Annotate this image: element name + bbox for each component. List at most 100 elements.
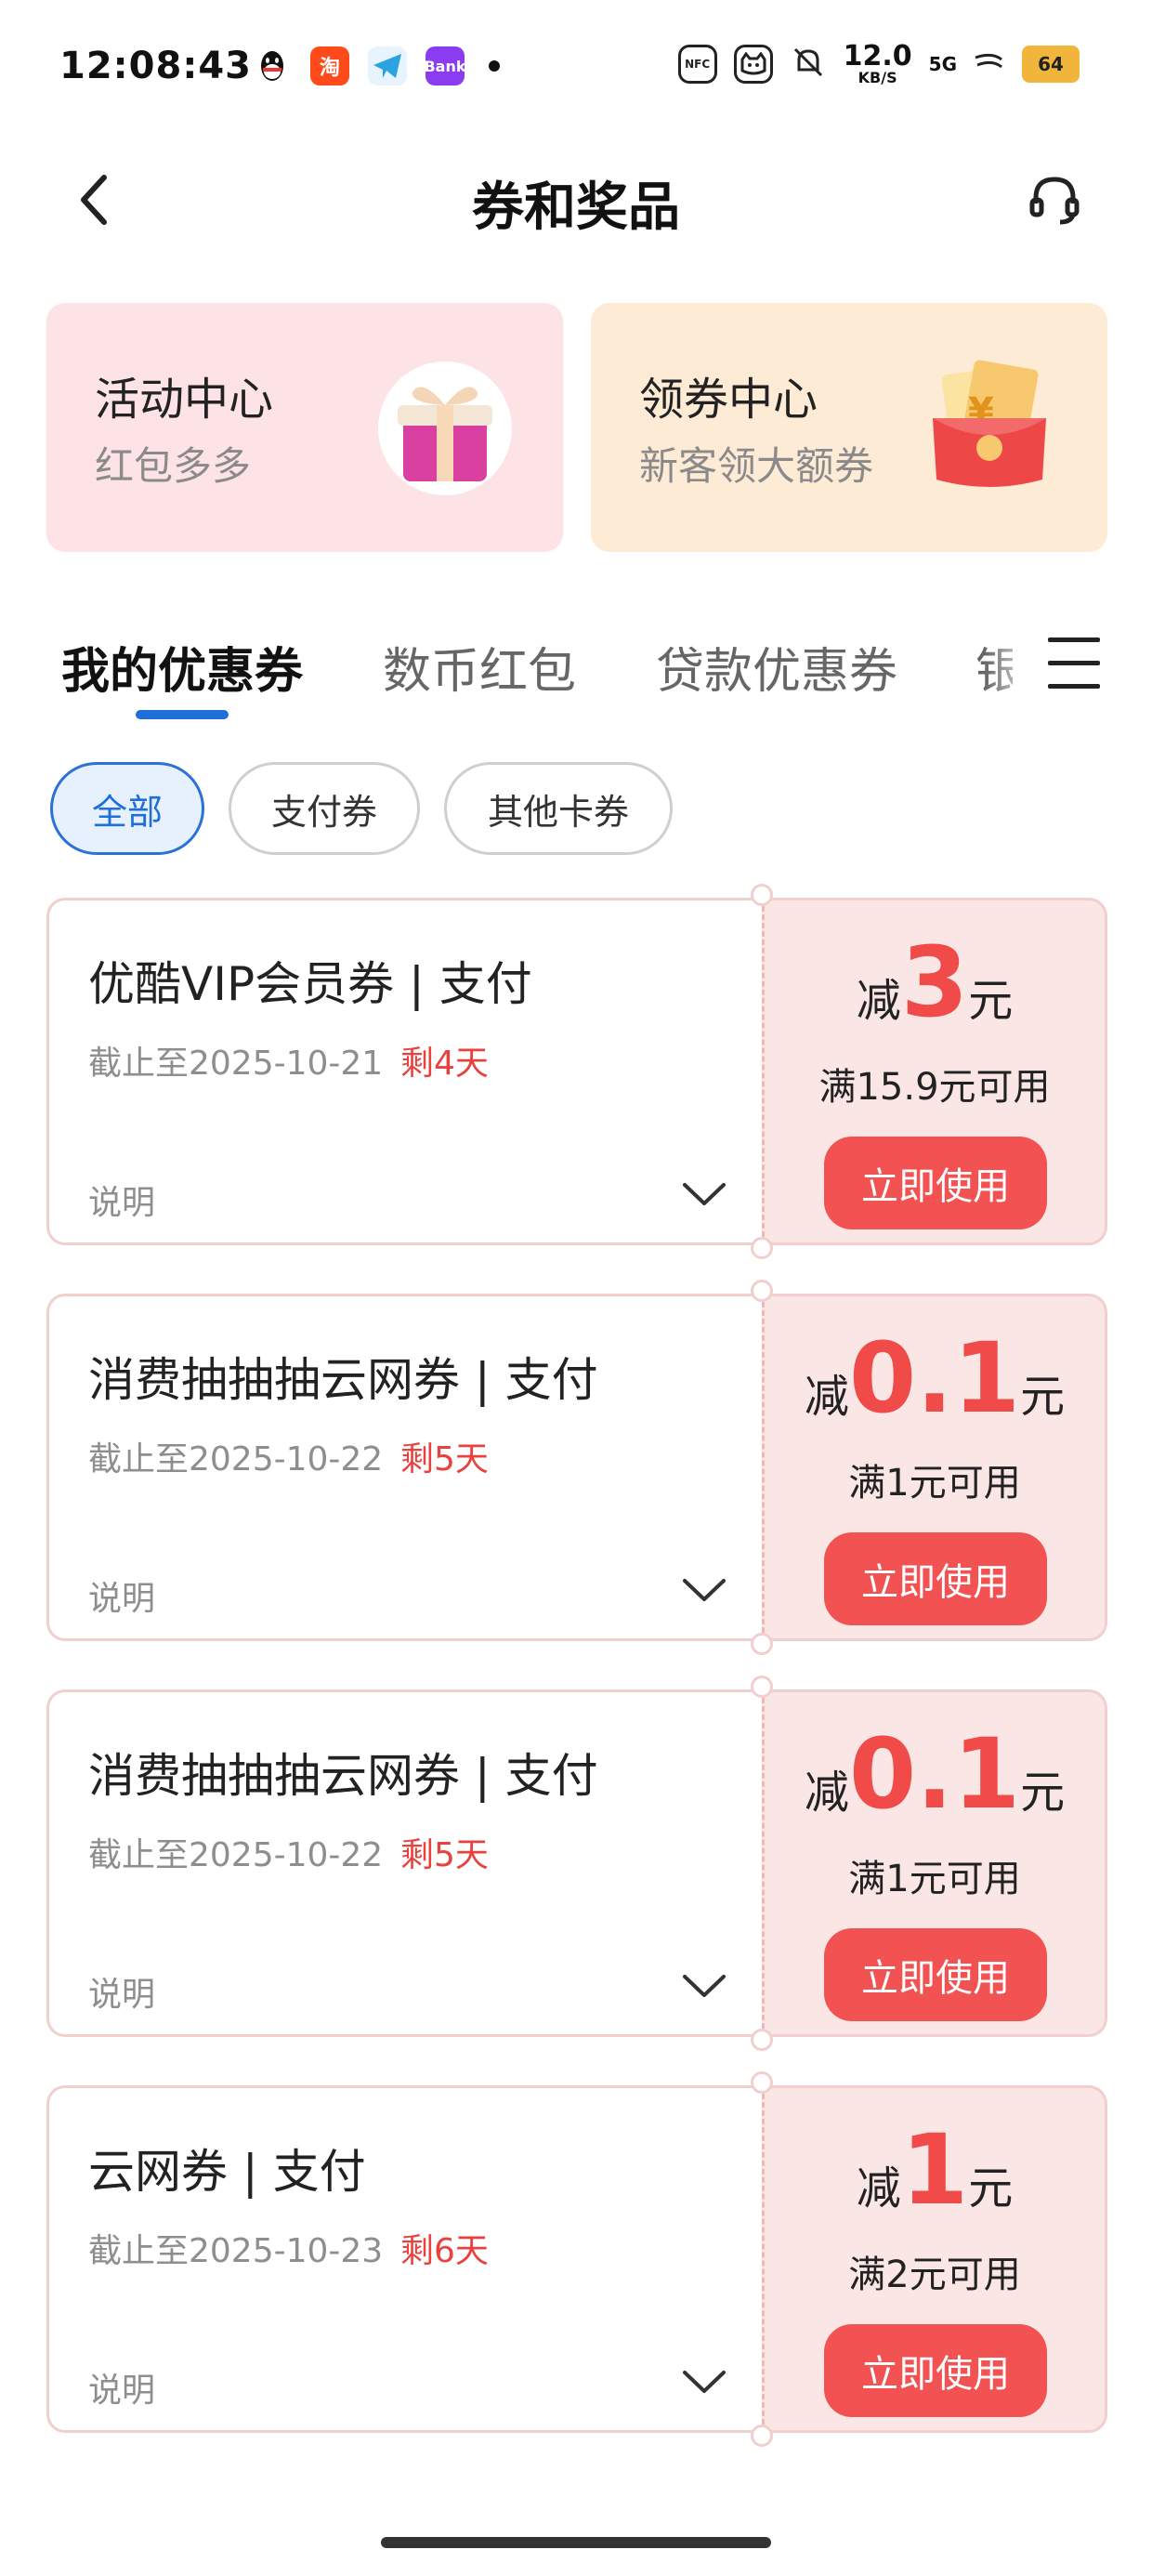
telegram-icon [368, 46, 407, 85]
coupon-value-panel: 减3元 满15.9元可用 立即使用 [762, 898, 1107, 1245]
coupon-info: 优酷VIP会员券 | 支付 截止至2025-10-21 剩4天 说明 [46, 898, 762, 1245]
activity-center-card[interactable]: 活动中心 红包多多 [46, 303, 563, 552]
coupon-value-panel: 减0.1元 满1元可用 立即使用 [762, 1294, 1107, 1641]
taobao-icon: 淘 [310, 46, 349, 85]
coupon-amount: 减1元 [765, 2122, 1105, 2218]
tab-active-indicator [136, 710, 229, 719]
coupon-description-toggle[interactable]: 说明 [88, 2363, 155, 2412]
chevron-down-icon[interactable] [681, 1176, 727, 1213]
coupon-deadline: 截止至2025-10-22 [88, 1836, 384, 1874]
use-now-button[interactable]: 立即使用 [824, 1137, 1047, 1229]
coupon-amount-prefix: 减 [804, 1371, 849, 1423]
menu-line-icon [1048, 637, 1100, 642]
system-status: NFC 12.0 KB/S 5G 64 [677, 40, 1080, 85]
coupon-title: 消费抽抽抽云网券 | 支付 [88, 1353, 598, 1407]
coupon-center-card[interactable]: 领券中心 新客领大额券 ¥ [591, 303, 1107, 552]
coupon-days-remaining: 剩4天 [400, 1045, 489, 1083]
coupon-condition: 满15.9元可用 [818, 1066, 1051, 1109]
coupon-amount-value: 0.1 [848, 1717, 1021, 1831]
status-bar: 12:08:43 淘 Bank NFC 12.0 KB/S 5G 64 [0, 0, 1152, 139]
coupon-description-toggle[interactable]: 说明 [88, 1571, 155, 1620]
bank-app-icon: Bank [424, 46, 466, 85]
coupon-notch [751, 2029, 773, 2051]
tab-digital-red-packet[interactable]: 数币红包 [383, 632, 576, 702]
coupon-amount-unit: 元 [1020, 1371, 1066, 1423]
coupon-notch [751, 884, 773, 906]
coupon-amount-unit: 元 [968, 975, 1014, 1027]
mute-icon [790, 44, 827, 85]
menu-line-icon [1048, 684, 1100, 689]
coupon-notch [751, 2071, 773, 2094]
coupon-condition: 满2元可用 [848, 2254, 1021, 2296]
coupon-notch [751, 1280, 773, 1302]
use-now-button[interactable]: 立即使用 [824, 2324, 1047, 2417]
coupon-deadline: 截止至2025-10-22 [88, 1440, 384, 1479]
vibrate-cat-icon [733, 45, 773, 84]
status-time: 12:08:43 [59, 45, 252, 87]
home-indicator[interactable] [381, 2537, 771, 2548]
activity-center-title: 活动中心 [95, 374, 274, 426]
coupon-info: 云网券 | 支付 截止至2025-10-23 剩6天 说明 [46, 2085, 762, 2433]
filter-chips: 全部 支付券 其他卡券 [50, 762, 673, 855]
coupon-value-panel: 减1元 满2元可用 立即使用 [762, 2085, 1107, 2433]
coupon-amount-unit: 元 [1020, 1767, 1066, 1819]
wind-icon [974, 48, 1005, 80]
coupon-amount: 减0.1元 [765, 1330, 1105, 1426]
coupon-amount-unit: 元 [968, 2162, 1014, 2215]
tab-menu-button[interactable] [1048, 637, 1100, 693]
network-speed-value: 12.0 [843, 40, 912, 72]
coupon-card: 消费抽抽抽云网券 | 支付 截止至2025-10-22 剩5天 说明 减0.1元… [46, 1676, 1107, 2051]
coupon-amount-prefix: 减 [856, 975, 901, 1027]
coupon-amount-value: 3 [900, 926, 969, 1039]
filter-payment-coupon[interactable]: 支付券 [229, 762, 420, 855]
coupon-title: 消费抽抽抽云网券 | 支付 [88, 1749, 598, 1803]
filter-other-cards[interactable]: 其他卡券 [444, 762, 673, 855]
chevron-down-icon[interactable] [681, 1967, 727, 2004]
coupon-amount: 减0.1元 [765, 1726, 1105, 1822]
coupon-center-title: 领券中心 [639, 374, 818, 426]
coupon-days-remaining: 剩5天 [400, 1836, 489, 1874]
coupon-deadline: 截止至2025-10-23 [88, 2232, 384, 2270]
use-now-button[interactable]: 立即使用 [824, 1532, 1047, 1625]
chevron-down-icon[interactable] [681, 1571, 727, 1609]
coupon-title: 优酷VIP会员券 | 支付 [88, 957, 532, 1011]
notification-icons: 淘 Bank [253, 46, 500, 85]
tab-my-coupons[interactable]: 我的优惠券 [61, 632, 303, 702]
signal-5g-label: 5G [928, 53, 957, 75]
coupon-center-subtitle: 新客领大额券 [639, 443, 874, 489]
tab-loan-coupons[interactable]: 贷款优惠券 [656, 632, 897, 702]
coupon-description-toggle[interactable]: 说明 [88, 1176, 155, 1224]
coupon-title: 云网券 | 支付 [88, 2145, 366, 2199]
tab-scroll-fade [985, 613, 1041, 725]
coupon-condition: 满1元可用 [848, 1858, 1021, 1900]
coupon-amount-prefix: 减 [804, 1767, 849, 1819]
page-header: 券和奖品 [0, 139, 1152, 260]
coupon-amount-value: 1 [900, 2113, 969, 2227]
coupon-info: 消费抽抽抽云网券 | 支付 截止至2025-10-22 剩5天 说明 [46, 1294, 762, 1641]
coupon-notch [751, 1633, 773, 1655]
coupon-notch [751, 2425, 773, 2447]
more-notifications-dot [489, 60, 500, 72]
coupon-notch [751, 1676, 773, 1698]
coupon-days-remaining: 剩5天 [400, 1440, 489, 1479]
coupon-condition: 满1元可用 [848, 1462, 1021, 1505]
use-now-button[interactable]: 立即使用 [824, 1928, 1047, 2021]
qq-icon [253, 46, 292, 85]
activity-center-subtitle: 红包多多 [95, 443, 252, 489]
coupon-card: 优酷VIP会员券 | 支付 截止至2025-10-21 剩4天 说明 减3元 满… [46, 884, 1107, 1259]
coupon-description-toggle[interactable]: 说明 [88, 1967, 155, 2016]
battery-indicator: 64 [1022, 46, 1080, 83]
coupon-info: 消费抽抽抽云网券 | 支付 截止至2025-10-22 剩5天 说明 [46, 1689, 762, 2037]
filter-all[interactable]: 全部 [50, 762, 204, 855]
nfc-icon: NFC [677, 45, 717, 84]
coupon-tabs: 我的优惠券 数币红包 贷款优惠券 银 [0, 613, 1152, 734]
coupon-notch [751, 1237, 773, 1259]
red-envelope-icon: ¥ [933, 360, 1046, 487]
coupon-amount: 减3元 [765, 934, 1105, 1031]
coupon-card: 消费抽抽抽云网券 | 支付 截止至2025-10-22 剩5天 说明 减0.1元… [46, 1280, 1107, 1655]
chevron-down-icon[interactable] [681, 2363, 727, 2400]
coupon-card: 云网券 | 支付 截止至2025-10-23 剩6天 说明 减1元 满2元可用 … [46, 2071, 1107, 2447]
coupon-days-remaining: 剩6天 [400, 2232, 489, 2270]
customer-service-button[interactable] [1022, 167, 1087, 232]
coupon-value-panel: 减0.1元 满1元可用 立即使用 [762, 1689, 1107, 2037]
